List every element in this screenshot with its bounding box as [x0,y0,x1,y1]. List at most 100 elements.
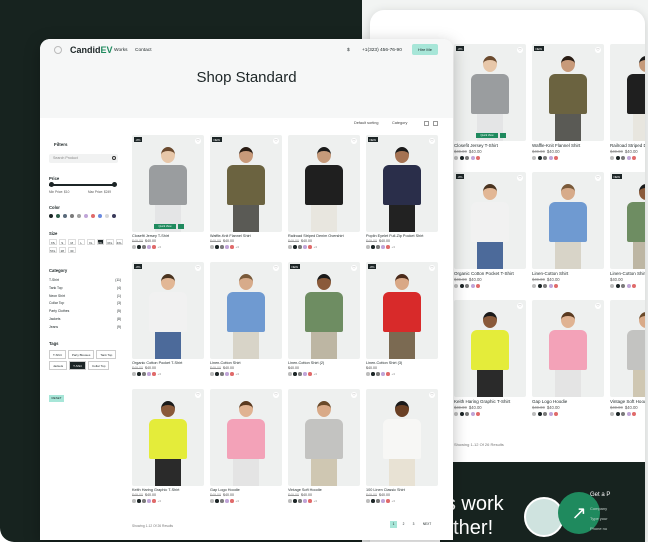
product-name[interactable]: Vintage Soft Hoodie [288,488,360,492]
product-image[interactable]: -8% ♡ [132,262,204,359]
swatch[interactable] [225,245,229,249]
swatch[interactable] [465,156,469,160]
color-swatches[interactable] [532,284,604,288]
pagination[interactable]: 1 2 3 NEXT [390,521,434,528]
product-image[interactable]: -8% ♡ Quick View [132,135,204,232]
product-card[interactable]: -8% ♡ Quick View Closefit Jersey T-Shirt $49… [454,44,526,160]
wishlist-heart-icon[interactable]: ♡ [351,392,357,398]
size-option[interactable]: XS [49,239,57,245]
product-card[interactable]: ♡ Railroad Striped Denim Ove$49.00$40.00 [610,44,645,160]
swatch[interactable] [470,412,475,416]
color-swatch[interactable] [91,214,95,218]
page-button[interactable]: 2 [400,521,407,528]
swatch[interactable] [308,245,312,249]
product-name[interactable]: Closefit Jersey T-Shirt [132,234,204,238]
color-swatches[interactable] [454,284,526,288]
color-swatch[interactable] [63,214,67,218]
color-swatches[interactable]: +3 [288,372,360,376]
swatch[interactable] [537,284,542,288]
product-card[interactable]: -8% ♡ Organic Cotton Pocket T-Shirt $49.00 $… [132,262,204,376]
swatch[interactable] [381,245,385,249]
color-swatches[interactable]: +3 [132,499,204,503]
page-button[interactable]: 1 [390,521,397,528]
color-swatches[interactable] [610,412,645,416]
quick-view-button[interactable]: Quick View [476,133,498,138]
color-swatches[interactable]: +3 [366,245,438,249]
wishlist-heart-icon[interactable]: ♡ [195,392,201,398]
swatch[interactable] [132,245,136,249]
swatch[interactable] [386,499,390,503]
product-image[interactable]: NEW ♡ [366,135,438,232]
size-option[interactable]: XL [87,239,95,245]
category-item[interactable]: Tank Top (4) [49,285,121,293]
swatch[interactable] [543,284,547,288]
size-option[interactable]: 28 [58,247,66,253]
swatch[interactable] [371,499,375,503]
swatch[interactable] [386,245,390,249]
hire-me-button[interactable]: Hire Me [412,44,438,55]
swatch[interactable] [615,156,620,160]
product-card[interactable]: ♡ Vintage Soft Hoodie $49.00 $40.00 +3 [288,389,360,503]
product-image[interactable]: -8% ♡ [454,172,526,269]
swatch[interactable] [303,372,307,376]
swatch[interactable] [470,284,475,288]
swatch[interactable] [476,284,480,288]
category-list[interactable]: T-Shirt (11) Tank Top (4) Neon Shirt (1) Colla… [49,277,121,332]
swatch[interactable] [137,372,141,376]
swatch[interactable] [610,156,614,160]
reset-button[interactable]: RESET [49,395,64,402]
product-card[interactable]: -8% ♡ Quick View Closefit Jersey T-Shirt $49… [132,135,204,249]
product-image[interactable]: NEW ♡ [532,44,604,141]
product-name[interactable]: Organic Cotton Pocket T-Shirt [132,361,204,365]
quick-view-button[interactable]: Quick View [154,224,176,229]
product-name[interactable]: Keith Haring Graphic T-Shirt [132,488,204,492]
swatch[interactable] [225,372,229,376]
swatch[interactable] [381,372,385,376]
swatch[interactable] [610,412,614,416]
product-image[interactable]: ♡ [610,300,645,397]
swatch[interactable] [142,499,146,503]
size-options[interactable]: XS S M L XL 2XL 3XL 4XL 5XL 28 30 [49,239,123,253]
price-slider-max-handle[interactable] [112,182,117,187]
grid-view-icon[interactable] [424,121,429,126]
swatch[interactable] [465,284,469,288]
product-name[interactable]: Organic Cotton Pocket T-Shirt [454,271,526,276]
swatch[interactable] [152,372,156,376]
color-swatches[interactable]: +3 [132,245,204,249]
size-option[interactable]: 5XL [49,247,57,253]
product-card[interactable]: NEW ♡ Waffle-Knit Flannel Shirt $49.00 $40.0… [532,44,604,160]
color-swatches[interactable] [454,156,526,160]
swatch[interactable] [459,156,464,160]
product-card[interactable]: ♡ Keith Haring Graphic T-Shirt $49.00 $40.0… [132,389,204,503]
search-input[interactable]: Search Product [49,154,118,163]
swatch[interactable] [293,372,297,376]
color-swatches[interactable]: +3 [210,372,282,376]
product-image[interactable]: -8% ♡ [366,262,438,359]
wishlist-heart-icon[interactable]: ♡ [273,265,279,271]
product-image[interactable]: ♡ [532,300,604,397]
list-view-icon[interactable] [433,121,438,126]
swatch[interactable] [532,156,536,160]
swatch[interactable] [554,284,558,288]
swatch[interactable] [626,156,631,160]
color-swatch[interactable] [112,214,116,218]
wishlist-heart-icon[interactable]: ♡ [429,392,435,398]
swatch[interactable] [371,372,375,376]
swatch[interactable] [220,372,224,376]
swatch[interactable] [152,245,156,249]
product-name[interactable]: Closefit Jersey T-Shirt [454,143,526,148]
swatch[interactable] [548,412,553,416]
category-item[interactable]: T-Shirt (11) [49,277,121,285]
swatch[interactable] [537,412,542,416]
product-name[interactable]: Linen-Cotton Shirt [210,361,282,365]
product-card[interactable]: ♡ Keith Haring Graphic T-Shirt $49.00 $40.0… [454,300,526,416]
currency-selector[interactable]: $ [347,48,350,53]
color-swatches[interactable]: +3 [210,499,282,503]
color-swatch[interactable] [98,214,102,218]
color-swatches[interactable] [532,156,604,160]
swatch[interactable] [298,245,302,249]
swatch[interactable] [298,499,302,503]
size-option[interactable]: 30 [68,247,76,253]
add-to-cart-icon[interactable] [178,224,184,229]
tag-chip[interactable]: Tank Top [96,350,117,359]
